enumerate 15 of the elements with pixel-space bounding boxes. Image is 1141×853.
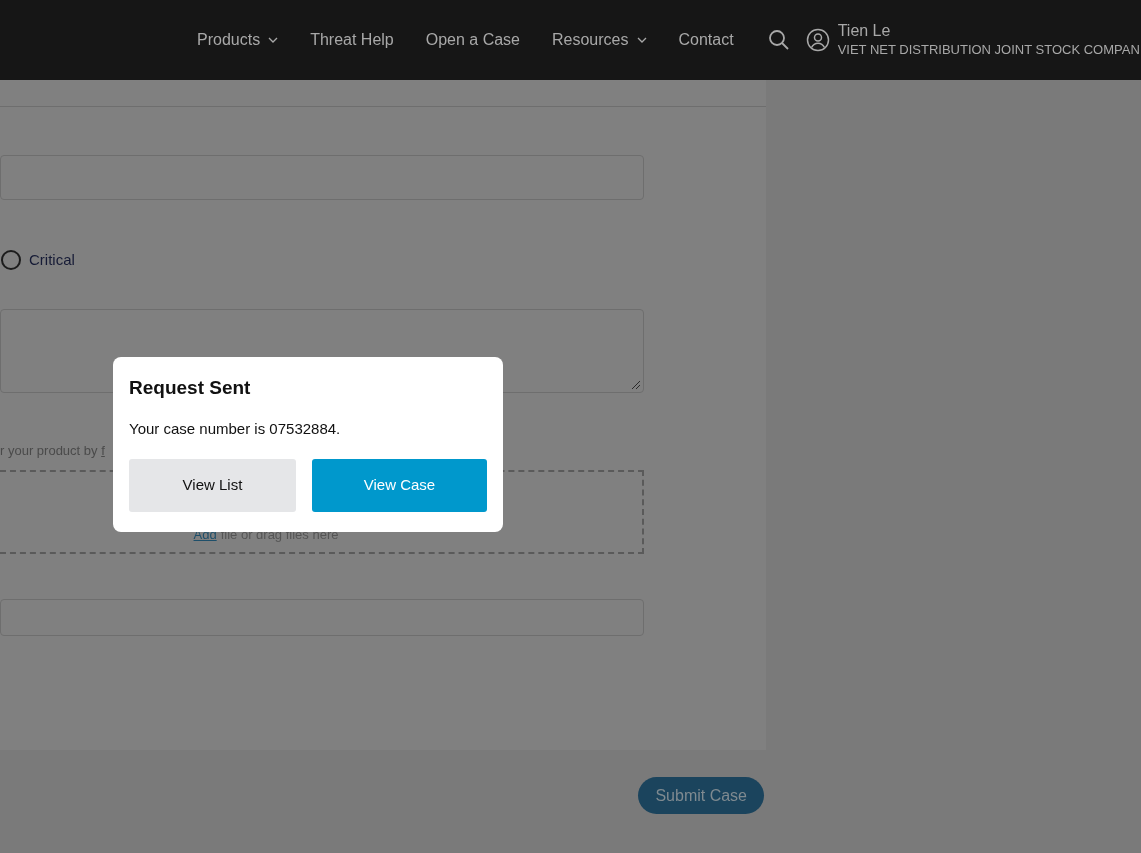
nav-link[interactable]: Products (197, 28, 279, 52)
company-name: VIET NET DISTRIBUTION JOINT STOCK COMPAN (837, 41, 1140, 59)
nav-link[interactable]: Threat Help (310, 28, 394, 52)
radio-button[interactable] (1, 250, 21, 270)
view-list-button[interactable]: View List (129, 459, 296, 512)
dialog-message: Your case number is 07532884. (129, 420, 342, 438)
search-icon[interactable] (767, 29, 790, 51)
dialog-title: Request Sent (129, 376, 252, 400)
radio-label: Critical (29, 249, 75, 270)
resize-handle-icon[interactable] (631, 380, 641, 390)
nav-link[interactable]: Open a Case (425, 28, 520, 52)
nav-link[interactable]: Resources (552, 28, 647, 52)
nav-link[interactable]: Contact (678, 28, 734, 52)
user-icon[interactable] (805, 28, 830, 52)
user-name[interactable]: Tien Le (837, 21, 1140, 41)
